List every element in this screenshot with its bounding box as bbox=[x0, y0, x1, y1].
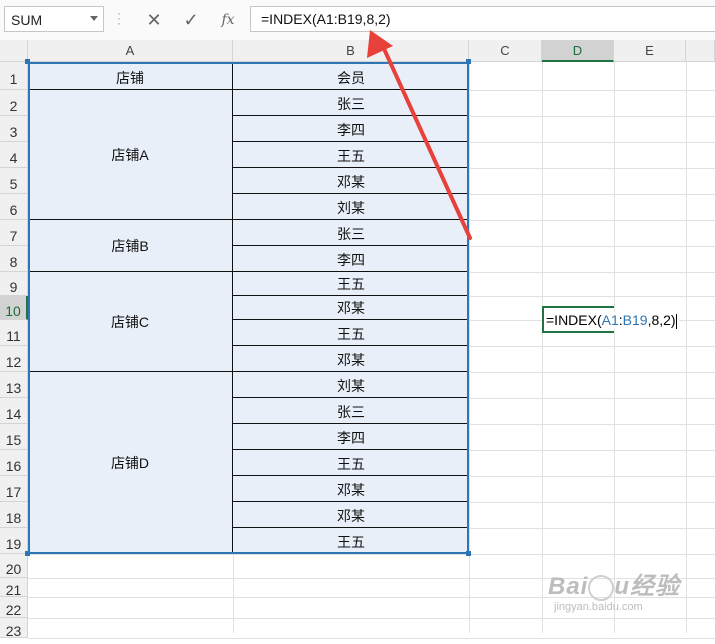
watermark: Bai u经验 jingyan.baidu.com bbox=[548, 573, 681, 613]
gridline-horizontal bbox=[28, 638, 715, 639]
annotation-arrow bbox=[367, 30, 472, 240]
